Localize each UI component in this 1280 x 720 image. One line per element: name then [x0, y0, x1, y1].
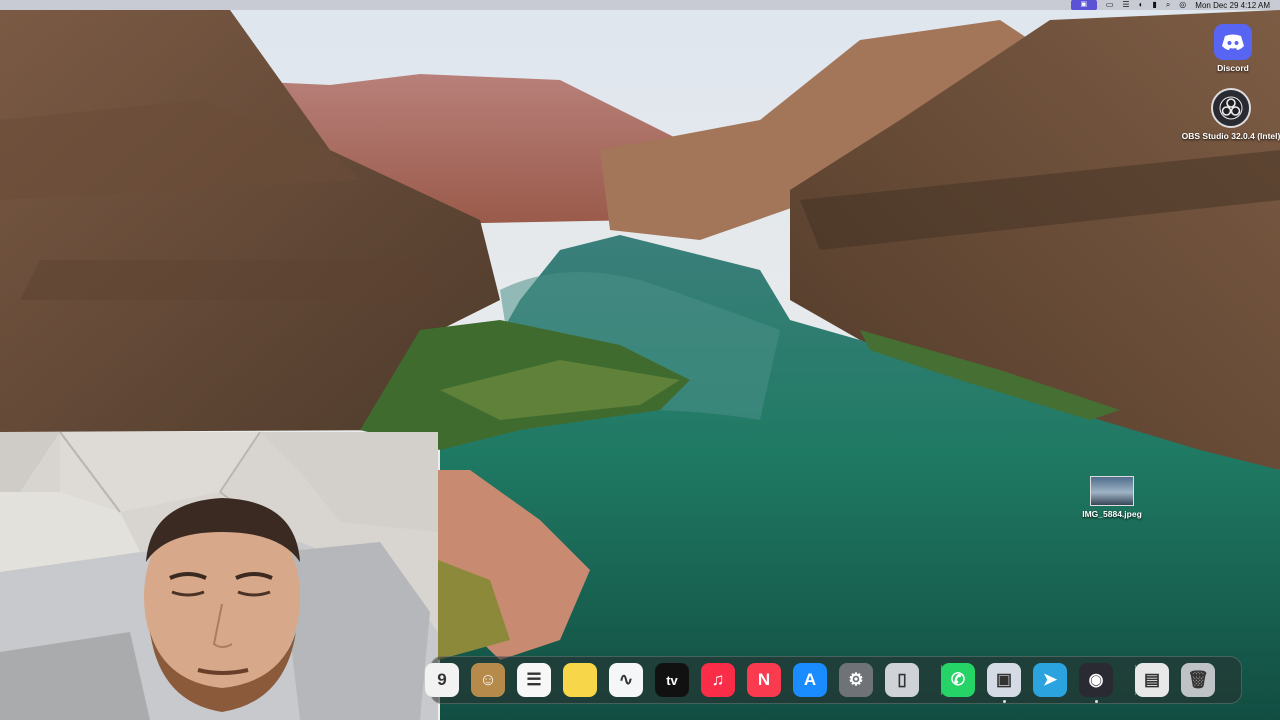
dock: 9 ☺ ☰ ∿ tv ♫ N A ⚙ ▯ ✆ ▣ ➤ ◉ ▤ 🗑 [425, 656, 1242, 704]
desktop-icon-label: Discord [1217, 63, 1249, 73]
dock-item-trash[interactable]: 🗑 [1181, 663, 1215, 697]
dock-item-whatsapp[interactable]: ✆ [941, 663, 975, 697]
dock-item-preview[interactable]: ▣ [987, 663, 1021, 697]
whatsapp-icon: ✆ [950, 670, 966, 689]
desktop-icon-discord[interactable]: Discord [1178, 24, 1280, 73]
preview-icon: ▣ [995, 670, 1013, 689]
desktop-icon-obs[interactable]: OBS Studio 32.0.4 (Intel) [1176, 88, 1280, 141]
telegram-icon: ➤ [1042, 670, 1058, 689]
obs-icon [1211, 88, 1251, 128]
screen-record-icon[interactable]: ▣ [1070, 0, 1097, 10]
webcam-overlay [0, 432, 438, 720]
dock-item-contacts[interactable]: ☺ [471, 663, 505, 697]
desktop-icon-label: OBS Studio 32.0.4 (Intel) [1181, 131, 1280, 141]
menu-bar: ▣ ▭ ☰ ◐ ▮ ⌕ ◎ Mon Dec 29 4:12 AM [0, 0, 1280, 10]
app-store-icon: A [803, 670, 817, 689]
running-indicator [1095, 700, 1098, 703]
dock-item-iphone-mirroring[interactable]: ▯ [885, 663, 919, 697]
menu-bar-status-area: ▣ ▭ ☰ ◐ ▮ ⌕ ◎ Mon Dec 29 4:12 AM [1070, 0, 1280, 10]
freeform-icon: ∿ [618, 670, 634, 689]
dock-item-notes[interactable] [563, 663, 597, 697]
dock-item-freeform[interactable]: ∿ [609, 663, 643, 697]
news-icon: N [757, 670, 771, 689]
display-icon[interactable]: ▭ [1106, 0, 1114, 10]
dock-item-reminders[interactable]: ☰ [517, 663, 551, 697]
trash-icon: 🗑 [1187, 670, 1209, 689]
downloads-stack-icon: ▤ [1143, 670, 1161, 689]
obs-studio-icon: ◉ [1088, 670, 1104, 689]
menu-bar-clock[interactable]: Mon Dec 29 4:12 AM [1195, 1, 1270, 10]
dock-item-calendar[interactable]: 9 [425, 663, 459, 697]
siri-icon[interactable]: ◎ [1179, 0, 1186, 10]
search-icon[interactable]: ⌕ [1166, 0, 1170, 10]
dock-item-downloads-stack[interactable]: ▤ [1135, 663, 1169, 697]
battery-icon[interactable]: ▮ [1152, 0, 1156, 10]
reminders-icon: ☰ [526, 670, 542, 689]
system-settings-icon: ⚙ [848, 670, 864, 689]
dock-item-obs-studio[interactable]: ◉ [1079, 663, 1113, 697]
image-file-icon [1090, 476, 1134, 506]
desktop-icon-image-file[interactable]: IMG_5884.jpeg [1057, 476, 1167, 519]
desktop-icon-label: IMG_5884.jpeg [1082, 509, 1142, 519]
music-icon: ♫ [711, 670, 725, 689]
running-indicator [1003, 700, 1006, 703]
dock-item-app-store[interactable]: A [793, 663, 827, 697]
control-center-icon[interactable]: ☰ [1122, 0, 1129, 10]
focus-icon[interactable]: ◐ [1139, 0, 1144, 10]
discord-icon [1214, 24, 1252, 60]
dock-item-system-settings[interactable]: ⚙ [839, 663, 873, 697]
dock-item-music[interactable]: ♫ [701, 663, 735, 697]
calendar-icon: 9 [437, 670, 447, 689]
apple-tv-icon: tv [666, 672, 678, 688]
dock-item-apple-tv[interactable]: tv [655, 663, 689, 697]
dock-item-news[interactable]: N [747, 663, 781, 697]
iphone-mirroring-icon: ▯ [897, 670, 907, 689]
contacts-icon: ☺ [479, 670, 497, 689]
dock-item-telegram[interactable]: ➤ [1033, 663, 1067, 697]
